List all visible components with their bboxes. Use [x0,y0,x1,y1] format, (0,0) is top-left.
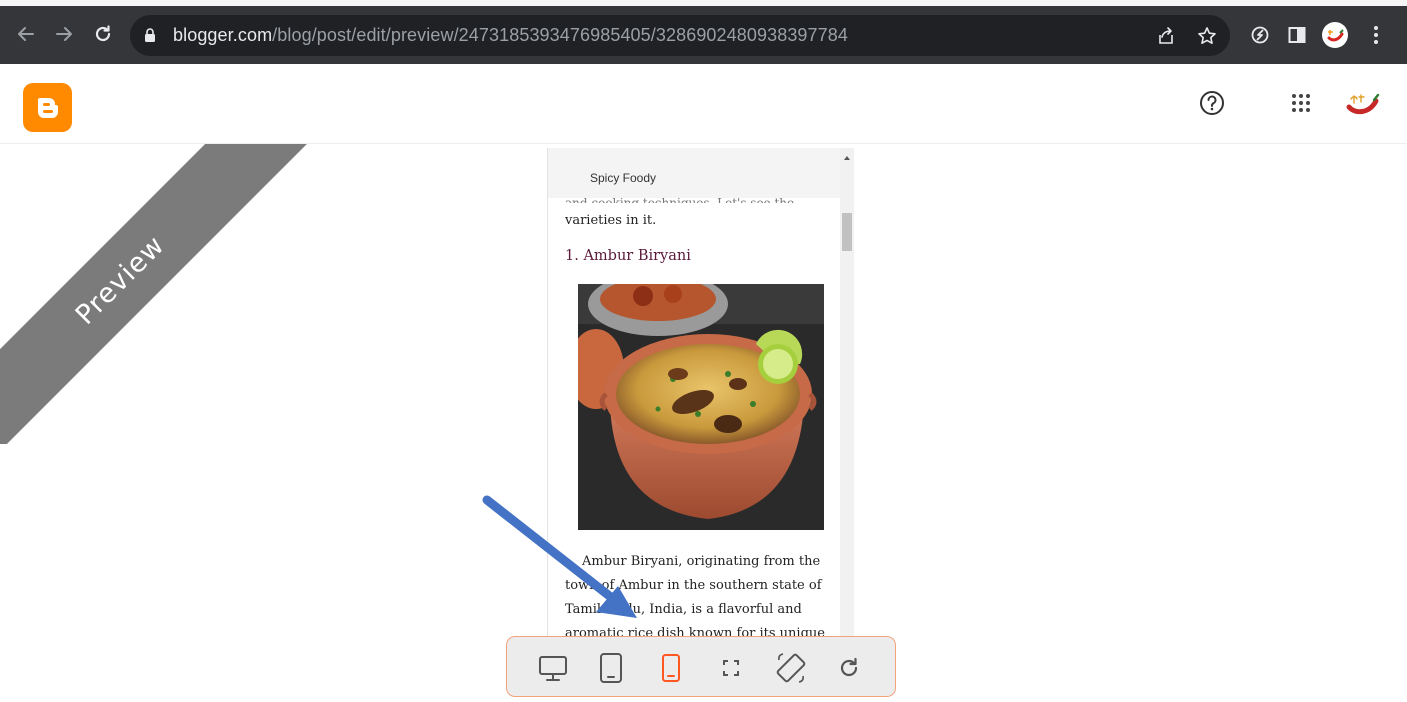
forward-arrow-icon [56,27,72,41]
chili-logo-icon [1346,93,1380,115]
blogger-logo[interactable] [23,83,72,132]
url-host: blogger.com [173,25,273,45]
url-text: blogger.com/blog/post/edit/preview/24731… [173,25,848,46]
refresh-icon [840,657,858,677]
mobile-view-button[interactable] [651,648,691,688]
forward-button[interactable] [50,20,78,48]
profile-avatar[interactable] [1321,21,1349,49]
desktop-monitor-icon [539,656,567,681]
back-arrow-icon [18,27,34,41]
phone-icon [662,654,680,682]
extension-icon[interactable] [1246,21,1274,49]
preview-ribbon: Preview [0,144,309,444]
refresh-preview-button[interactable] [829,648,869,688]
account-avatar[interactable] [1345,90,1381,118]
biryani-photo [578,284,824,530]
post-text-line: Ambur Biryani, originating from the [582,554,821,569]
browser-menu-button[interactable] [1362,21,1390,49]
blogger-header [0,64,1407,144]
preview-scrollbar[interactable] [840,148,854,640]
scroll-up-arrow-icon[interactable] [844,156,850,160]
fullscreen-button[interactable] [711,648,751,688]
preview-ribbon-container: Preview [0,144,320,444]
reload-button[interactable] [89,20,117,48]
avatar-icon [1322,22,1348,48]
preview-ribbon-label: Preview [69,229,171,331]
blog-title-bar: Spicy Foody [548,148,840,198]
screen: blogger.com/blog/post/edit/preview/24731… [0,0,1407,702]
mobile-preview-frame[interactable]: Spicy Foody and cooking techniques. Let'… [547,148,854,640]
apps-grid-icon[interactable] [1289,91,1313,115]
desktop-view-button[interactable] [533,648,573,688]
post-text-line: varieties in it. [565,213,657,228]
browser-toolbar: blogger.com/blog/post/edit/preview/24731… [0,6,1407,64]
side-panel-icon[interactable] [1283,21,1311,49]
fullscreen-icon [723,660,739,676]
kebab-menu-icon [1374,26,1378,44]
post-text-line: Tamil Nadu, India, is a flavorful and [565,602,802,617]
url-path: /blog/post/edit/preview/2473185393476985… [272,25,848,45]
help-icon[interactable] [1198,89,1226,117]
cropped-text-line: and cooking techniques. Let's see the [565,196,795,203]
preview-device-toolbar [506,636,896,697]
reload-icon [95,25,111,42]
bookmark-star-icon[interactable] [1195,24,1219,48]
address-bar[interactable]: blogger.com/blog/post/edit/preview/24731… [130,15,1230,56]
rotate-button[interactable] [771,648,811,688]
scrollbar-thumb[interactable] [842,213,852,251]
blogger-b-icon [37,97,58,118]
lock-icon [144,28,156,48]
blog-title[interactable]: Spicy Foody [590,171,656,185]
rotate-device-icon [776,653,806,683]
post-text-line: town of Ambur in the southern state of [565,578,822,593]
section-heading: 1. Ambur Biryani [565,248,691,264]
tablet-icon [600,653,622,683]
back-button[interactable] [12,20,40,48]
share-icon[interactable] [1154,24,1178,48]
tablet-view-button[interactable] [591,648,631,688]
